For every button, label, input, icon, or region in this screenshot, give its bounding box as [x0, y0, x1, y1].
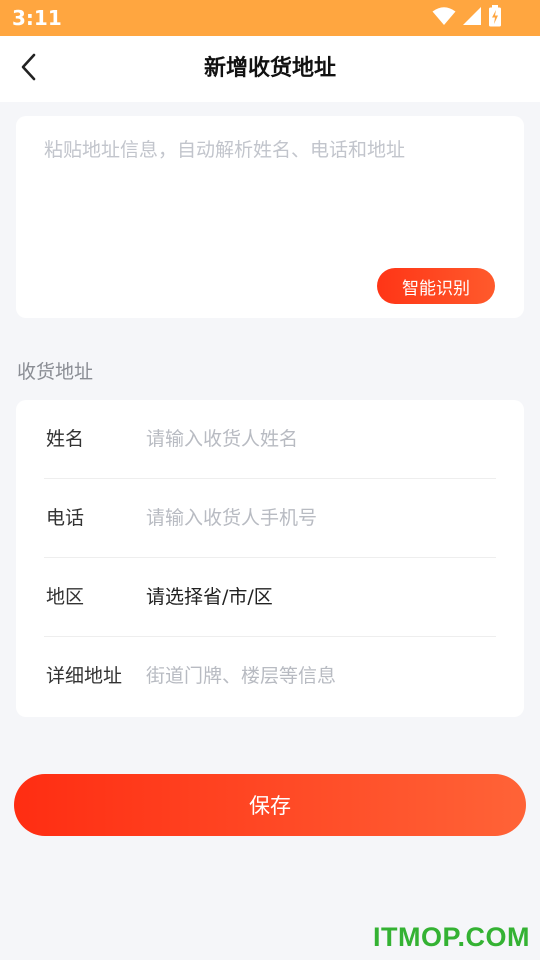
name-label: 姓名 — [46, 428, 85, 450]
address-form: 姓名 电话 地区 请选择省/市/区 详细地址 — [16, 400, 524, 717]
status-icons — [432, 5, 502, 31]
status-time: 3:11 — [12, 6, 62, 30]
save-button[interactable]: 保存 — [14, 774, 526, 836]
form-row-detail: 详细地址 — [44, 637, 496, 716]
form-row-name: 姓名 — [44, 400, 496, 479]
page-title: 新增收货地址 — [203, 56, 336, 81]
region-label: 地区 — [46, 586, 85, 608]
phone-label: 电话 — [46, 507, 85, 529]
battery-charging-icon — [488, 5, 502, 31]
paste-address-card: 智能识别 — [16, 116, 524, 318]
back-button[interactable] — [10, 50, 48, 88]
phone-input[interactable] — [146, 499, 486, 537]
form-row-phone: 电话 — [44, 479, 496, 558]
section-title: 收货地址 — [17, 361, 94, 383]
smart-recognize-button[interactable]: 智能识别 — [377, 268, 495, 304]
status-bar: 3:11 — [0, 0, 540, 36]
chevron-left-icon — [19, 52, 39, 86]
wifi-icon — [432, 6, 456, 30]
paste-address-input[interactable] — [16, 116, 524, 261]
region-select[interactable]: 请选择省/市/区 — [146, 558, 273, 637]
watermark: ITMOP.COM — [372, 922, 530, 952]
detail-address-label: 详细地址 — [46, 665, 123, 687]
nav-bar: 新增收货地址 — [0, 36, 540, 102]
name-input[interactable] — [146, 420, 486, 458]
detail-address-input[interactable] — [146, 657, 486, 695]
signal-icon — [462, 6, 482, 30]
form-row-region: 地区 请选择省/市/区 — [44, 558, 496, 637]
